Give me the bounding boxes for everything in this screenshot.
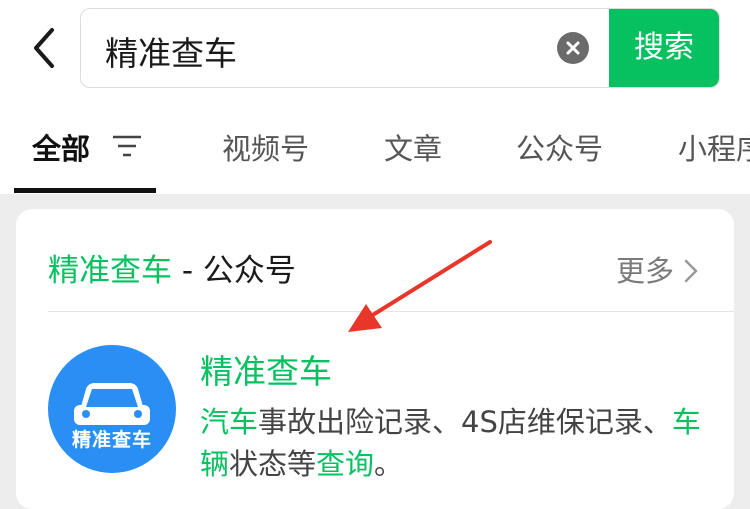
desc-text: 。: [374, 447, 404, 481]
filter-icon: [113, 135, 141, 157]
divider: [48, 311, 734, 312]
account-description: 汽车事故出险记录、4S店维保记录、车辆状态等查询。: [200, 401, 710, 485]
search-box[interactable]: 精准查车 搜索: [80, 8, 720, 88]
back-button[interactable]: [28, 26, 68, 70]
card-title: 精准查车 - 公众号: [48, 245, 296, 290]
clear-button[interactable]: [557, 32, 589, 64]
account-name[interactable]: 精准查车: [200, 345, 332, 393]
clear-icon: [566, 41, 580, 55]
search-input[interactable]: 精准查车: [105, 27, 237, 75]
car-icon: [74, 383, 150, 425]
desc-text: 状态等: [229, 447, 317, 481]
desc-highlight: 查询: [316, 447, 375, 481]
chevron-right-icon: [684, 259, 698, 283]
desc-highlight: 汽车: [200, 405, 259, 439]
desc-text: 事故出险记录、4S店维保记录、: [258, 405, 672, 439]
top-bar: 精准查车 搜索 全部 视频号 文章 公众号 小程序: [0, 0, 750, 194]
tab-articles[interactable]: 文章: [384, 126, 442, 168]
card-title-keyword: 精准查车: [48, 253, 172, 289]
more-link[interactable]: 更多: [616, 248, 698, 290]
card-title-suffix: - 公众号: [172, 253, 296, 289]
filter-button[interactable]: [112, 134, 142, 162]
tab-bar: 全部 视频号 文章 公众号 小程序: [0, 120, 750, 194]
logo-text: 精准查车: [71, 429, 152, 451]
active-tab-indicator: [14, 188, 156, 193]
tab-mini-programs[interactable]: 小程序: [678, 126, 750, 168]
back-chevron-icon: [34, 28, 54, 68]
account-avatar[interactable]: 精准查车: [48, 345, 176, 473]
tab-all[interactable]: 全部: [32, 126, 90, 168]
result-card: 精准查车 - 公众号 更多 精准查车 精准查车 汽车事故出险记录、4S店维保记录…: [16, 209, 734, 509]
search-button[interactable]: 搜索: [609, 9, 719, 87]
more-label: 更多: [615, 254, 674, 288]
tab-channels[interactable]: 视频号: [222, 126, 309, 168]
tab-official-accounts[interactable]: 公众号: [516, 126, 603, 168]
